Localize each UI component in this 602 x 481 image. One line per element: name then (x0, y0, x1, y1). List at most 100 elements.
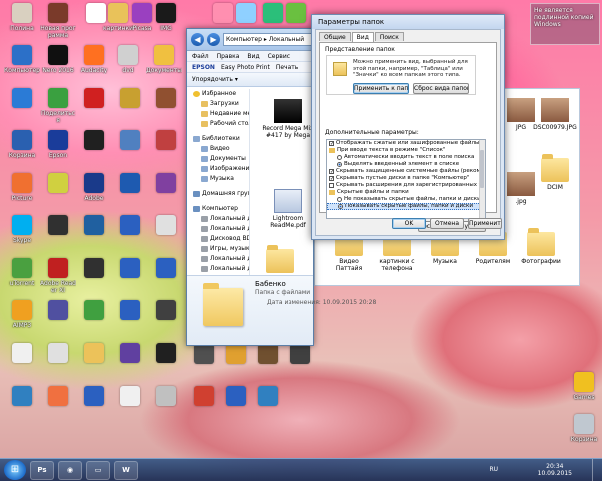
tree-scrollbar[interactable] (479, 140, 485, 218)
setting-row[interactable]: При вводе текста в режиме "Список" (327, 147, 485, 154)
nav-item[interactable]: Изображения (187, 164, 249, 174)
tab-search[interactable]: Поиск (374, 32, 404, 41)
radio-button[interactable] (337, 162, 342, 167)
desktop-icon[interactable] (218, 344, 254, 366)
menu-tools[interactable]: Сервис (268, 51, 290, 61)
desktop-icon[interactable] (112, 258, 148, 280)
checkbox[interactable] (329, 141, 334, 146)
desktop-icon[interactable]: Поделиться (40, 88, 76, 124)
desktop-icon[interactable] (250, 344, 286, 366)
desktop-icon[interactable] (76, 300, 112, 322)
desktop-icon[interactable] (40, 173, 76, 195)
print-button[interactable]: Печать (276, 62, 298, 72)
desktop-icon[interactable] (76, 386, 112, 408)
desktop-icon[interactable] (112, 88, 148, 110)
desktop-icon[interactable] (40, 386, 76, 408)
desktop-icon[interactable] (186, 344, 222, 366)
apply-to-folders-button[interactable]: Применить к папкам (353, 83, 409, 94)
desktop-icon[interactable] (112, 130, 148, 152)
checkbox[interactable] (329, 169, 334, 174)
file-item[interactable]: DSC00979.JPG (532, 98, 578, 131)
nav-item[interactable]: Локальный диск (187, 224, 249, 234)
desktop-icon[interactable]: Adobe Reader XI (40, 258, 76, 294)
desktop-icon[interactable] (40, 300, 76, 322)
explorer-window[interactable]: ◀ ▶ Компьютер ▸ Локальный Файл Правка Ви… (186, 28, 376, 346)
start-button[interactable]: ⊞ (4, 460, 26, 480)
setting-row[interactable]: Не показывать скрытые файлы, папки и дис… (327, 196, 485, 203)
setting-row[interactable]: Автоматически вводить текст в поле поиск… (327, 154, 485, 161)
nav-item[interactable]: Музыка (187, 174, 249, 184)
desktop-icon[interactable] (148, 215, 184, 237)
tab-view[interactable]: Вид (351, 32, 374, 42)
desktop-icon[interactable]: Документы (146, 45, 182, 74)
nav-item[interactable]: Локальный диск (187, 214, 249, 224)
tab-general[interactable]: Общие (319, 32, 351, 41)
file-item[interactable]: Video (252, 245, 308, 275)
desktop-icon[interactable] (4, 386, 40, 408)
desktop-icon[interactable] (278, 3, 314, 25)
show-desktop-button[interactable] (592, 459, 602, 481)
desktop-icon[interactable] (76, 215, 112, 237)
menu-file[interactable]: Файл (192, 51, 209, 61)
nav-item[interactable]: Документы (187, 154, 249, 164)
desktop-icon[interactable] (148, 88, 184, 110)
file-item[interactable]: DCIM (532, 154, 578, 191)
apply-button[interactable]: Применить (468, 218, 502, 229)
desktop-icon[interactable]: uTorrent (4, 258, 40, 287)
cancel-button[interactable]: Отмена (430, 218, 464, 229)
desktop-icon[interactable]: IMG (148, 3, 184, 32)
language-indicator[interactable]: RU (489, 466, 498, 473)
desktop-icon[interactable]: Epson (40, 130, 76, 159)
ok-button[interactable]: OK (392, 218, 426, 229)
setting-row[interactable]: Выделять введенный элемент в списке (327, 161, 485, 168)
desktop-icon[interactable] (76, 258, 112, 280)
desktop-icon[interactable]: Adobe (76, 173, 112, 202)
nav-item[interactable]: Дисковод BD-RO (187, 234, 249, 244)
setting-row[interactable]: Показывать скрытые файлы, папки и диски (327, 203, 485, 210)
nav-item[interactable]: Видео (187, 144, 249, 154)
scroll-thumb[interactable] (480, 150, 484, 188)
address-bar[interactable]: Компьютер ▸ Локальный (223, 33, 313, 46)
taskbar-chrome[interactable]: ◉ (58, 460, 82, 480)
menu-view[interactable]: Вид (247, 51, 259, 61)
nav-item[interactable]: Компьютер (187, 204, 249, 214)
desktop-icon[interactable] (112, 343, 148, 365)
setting-row[interactable]: Отображать сжатые или зашифрованные файл… (327, 140, 485, 147)
radio-button[interactable] (337, 155, 342, 160)
desktop-icon[interactable] (148, 343, 184, 365)
file-item[interactable]: Фотографии (518, 228, 564, 265)
desktop-icon[interactable]: Nero 2016 (40, 45, 76, 74)
desktop-icon[interactable] (148, 258, 184, 280)
desktop-icon[interactable] (148, 386, 184, 408)
desktop-icon[interactable] (282, 344, 318, 366)
nav-item[interactable]: Загрузки (187, 99, 249, 109)
taskbar-explorer[interactable]: ▭ (86, 460, 110, 480)
nav-item[interactable]: Домашняя группа (187, 189, 249, 199)
file-item[interactable]: Record Mega Mix #417 by Mega (260, 99, 313, 139)
desktop-icon[interactable]: Skype (4, 215, 40, 244)
desktop-icon[interactable] (76, 343, 112, 365)
desktop-icon[interactable] (112, 173, 148, 195)
desktop-icon[interactable]: Games (566, 372, 602, 401)
reset-folders-button[interactable]: Сброс вида папок (413, 83, 469, 94)
desktop-icon[interactable]: Компьютер (4, 45, 40, 74)
desktop-icon[interactable] (186, 386, 222, 408)
epson-app-button[interactable]: Easy Photo Print (221, 62, 270, 72)
desktop-icon[interactable] (40, 343, 76, 365)
setting-row[interactable]: Скрывать расширения для зарегистрированн… (327, 182, 485, 189)
setting-row[interactable]: Скрытые файлы и папки (327, 189, 485, 196)
nav-item[interactable]: Библиотеки (187, 134, 249, 144)
desktop-icon[interactable] (148, 130, 184, 152)
back-icon[interactable]: ◀ (191, 33, 204, 46)
nav-item[interactable]: Избранное (187, 89, 249, 99)
file-item[interactable]: Lightroom ReadMe.pdf (260, 189, 313, 229)
desktop-icon[interactable] (250, 386, 286, 408)
desktop-icon[interactable] (112, 300, 148, 322)
desktop-icon[interactable] (218, 386, 254, 408)
clock[interactable]: 20:34 10.09.2015 (538, 463, 572, 477)
desktop-icon[interactable] (76, 88, 112, 110)
folder-options-dialog[interactable]: Параметры папок Общие Вид Поиск Представ… (311, 14, 505, 240)
desktop-icon[interactable]: Новая программа (40, 3, 76, 39)
setting-row[interactable]: Скрывать пустые диски в папке "Компьютер… (327, 175, 485, 182)
setting-row[interactable]: Скрывать защищенные системные файлы (рек… (327, 168, 485, 175)
